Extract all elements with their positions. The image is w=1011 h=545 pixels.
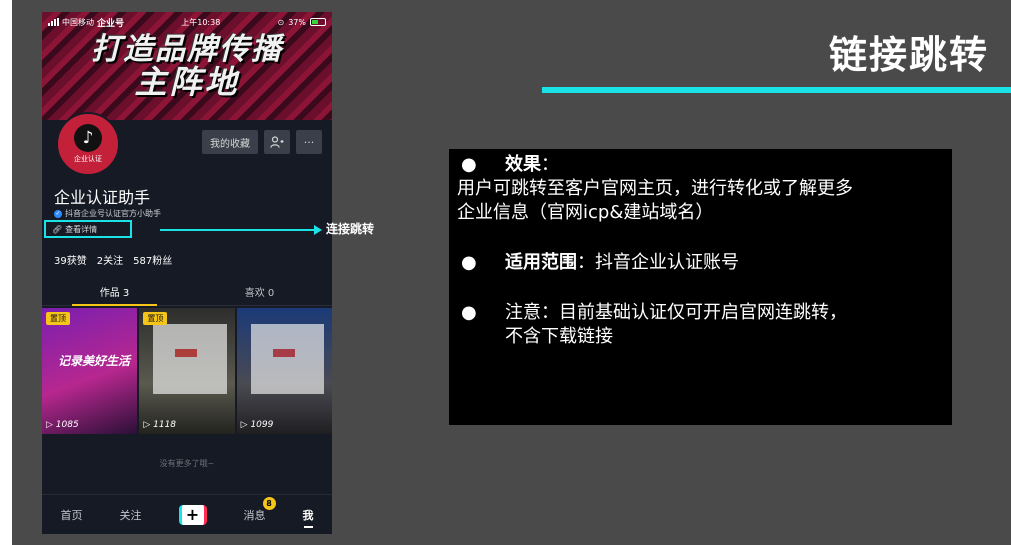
title-underline bbox=[542, 87, 1011, 93]
nav-messages-label: 消息 bbox=[243, 508, 266, 522]
banner-line-1: 打造品牌传播 bbox=[91, 32, 283, 67]
play-icon: ▷ bbox=[143, 420, 154, 430]
info-item-note: ● 注意：目前基础认证仅可开启官网连跳转， 不含下载链接 bbox=[457, 301, 944, 349]
annotation-arrow-line bbox=[160, 229, 318, 231]
bullet-icon: ● bbox=[461, 252, 477, 273]
profile-tabs: 作品 3 喜欢 0 bbox=[42, 284, 332, 306]
view-details-label: 查看详情 bbox=[65, 224, 98, 234]
nav-follow[interactable]: 关注 bbox=[120, 507, 142, 523]
verify-line: ✓ 抖音企业号认证官方小助手 bbox=[54, 208, 161, 219]
tab-works[interactable]: 作品 3 bbox=[42, 284, 187, 306]
signal-icon bbox=[48, 18, 59, 26]
note-line-1: 注意：目前基础认证仅可开启官网连跳转， bbox=[505, 302, 847, 323]
video-preview bbox=[250, 324, 324, 394]
video-grid: 置顶 记录美好生活 ▷ 1085 置顶 ▷ 1118 ▷ 1099 bbox=[42, 308, 332, 434]
verify-text: 抖音企业号认证官方小助手 bbox=[65, 209, 161, 218]
app-badge: 企业号 bbox=[97, 18, 125, 29]
carrier: 中国移动 bbox=[62, 17, 94, 27]
effect-title: 效果 bbox=[505, 154, 541, 175]
phone-screenshot: 打造品牌传播 主阵地 中国移动 企业号 上午10:38 ⊙ 37% ♪ 企业认证… bbox=[42, 12, 332, 534]
likes-count: 39获赞 bbox=[54, 256, 87, 267]
bullet-icon: ● bbox=[461, 154, 477, 175]
scope-body: ：抖音企业认证账号 bbox=[577, 252, 739, 273]
battery-percent: 37% bbox=[288, 17, 306, 27]
video-thumbnail[interactable]: 置顶 ▷ 1118 bbox=[139, 308, 235, 434]
following-count[interactable]: 2关注 bbox=[97, 252, 123, 267]
pinned-badge: 置顶 bbox=[143, 312, 168, 325]
slide: 链接跳转 打造品牌传播 主阵地 中国移动 企业号 上午10:38 ⊙ 37% ♪ bbox=[0, 0, 1011, 545]
battery-icon bbox=[310, 18, 326, 26]
info-item-effect: ● 效果： 用户可跳转至客户官网主页，进行转化或了解更多 企业信息（官网icp&… bbox=[457, 153, 944, 225]
view-count: ▷ 1099 bbox=[240, 420, 274, 430]
annotation-label: 连接跳转 bbox=[326, 222, 375, 236]
video-thumbnail[interactable]: ▷ 1099 bbox=[236, 308, 332, 434]
bullet-icon: ● bbox=[461, 302, 477, 323]
tiktok-logo-icon: ♪ bbox=[74, 124, 102, 152]
profile-stats: 39获赞 2关注 587粉丝 bbox=[54, 252, 172, 267]
tab-likes[interactable]: 喜欢 0 bbox=[187, 284, 332, 305]
nav-messages[interactable]: 消息 8 bbox=[243, 496, 276, 523]
no-more-text: 没有更多了哦~ bbox=[159, 459, 215, 468]
status-bar: 中国移动 企业号 上午10:38 ⊙ 37% bbox=[42, 12, 332, 32]
video-caption: 记录美好生活 bbox=[58, 354, 131, 368]
messages-badge: 8 bbox=[262, 496, 276, 510]
video-thumbnail[interactable]: 置顶 记录美好生活 ▷ 1085 bbox=[42, 308, 138, 434]
profile-name: 企业认证助手 bbox=[54, 188, 151, 207]
add-user-icon bbox=[270, 136, 284, 148]
bottom-nav: 首页 关注 + 消息 8 我 bbox=[42, 494, 332, 534]
note-line-2: 不含下载链接 bbox=[505, 326, 613, 347]
alarm-icon: ⊙ bbox=[277, 17, 285, 27]
fans-count[interactable]: 587粉丝 bbox=[133, 252, 172, 267]
nav-home[interactable]: 首页 bbox=[61, 507, 83, 523]
avatar-label: 企业认证 bbox=[74, 155, 102, 163]
scope-title: 适用范围 bbox=[505, 252, 577, 273]
video-preview bbox=[153, 324, 227, 394]
info-panel: ● 效果： 用户可跳转至客户官网主页，进行转化或了解更多 企业信息（官网icp&… bbox=[449, 149, 952, 425]
effect-body-line-1: 用户可跳转至客户官网主页，进行转化或了解更多 bbox=[457, 178, 853, 199]
slide-title: 链接跳转 bbox=[828, 33, 989, 77]
banner-text: 打造品牌传播 主阵地 bbox=[42, 34, 332, 99]
info-item-scope: ● 适用范围：抖音企业认证账号 bbox=[457, 251, 944, 275]
nav-me[interactable]: 我 bbox=[303, 507, 314, 528]
view-details-link[interactable]: 🔗︎ 查看详情 bbox=[44, 220, 132, 238]
play-icon: ▷ bbox=[240, 420, 251, 430]
view-count: ▷ 1118 bbox=[143, 420, 177, 430]
more-button[interactable]: ··· bbox=[296, 130, 322, 154]
status-time: 上午10:38 bbox=[181, 17, 221, 27]
play-icon: ▷ bbox=[46, 420, 56, 430]
effect-body-line-2: 企业信息（官网icp&建站域名） bbox=[457, 202, 714, 223]
create-button[interactable]: + bbox=[178, 504, 207, 525]
profile-actions: 我的收藏 ··· bbox=[202, 130, 322, 154]
add-friend-button[interactable] bbox=[264, 130, 290, 154]
verified-icon: ✓ bbox=[54, 209, 62, 218]
banner-line-2: 主阵地 bbox=[134, 62, 240, 101]
favorites-button[interactable]: 我的收藏 bbox=[202, 130, 258, 154]
avatar[interactable]: ♪ 企业认证 bbox=[56, 112, 120, 176]
view-count: ▷ 1085 bbox=[46, 420, 79, 430]
effect-colon: ： bbox=[541, 154, 559, 175]
link-icon: 🔗︎ bbox=[52, 224, 63, 234]
arrow-right-icon bbox=[314, 225, 322, 235]
pinned-badge: 置顶 bbox=[46, 312, 70, 325]
